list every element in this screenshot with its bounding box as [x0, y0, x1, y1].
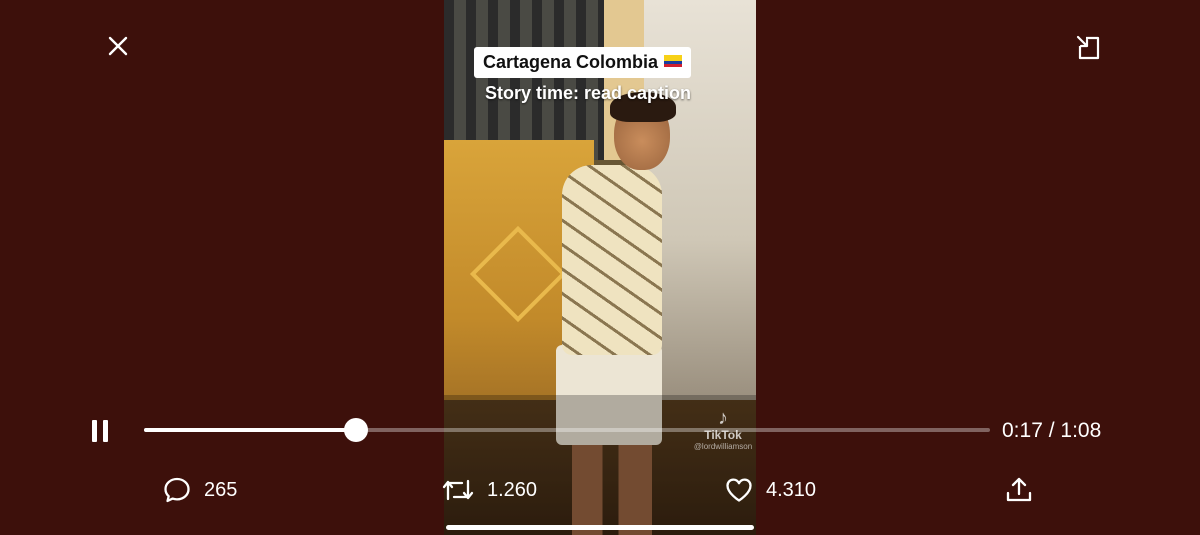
comment-count: 265 [204, 478, 238, 501]
current-time: 0:17 [1002, 419, 1043, 442]
retweet-count: 1.260 [487, 478, 538, 501]
like-button[interactable]: 4.310 [724, 474, 816, 506]
home-indicator [446, 525, 754, 530]
progress-played [144, 428, 356, 432]
colombia-flag-icon [664, 55, 683, 67]
comment-icon [164, 477, 190, 503]
media-viewer: Cartagena Colombia Story time: read capt… [0, 0, 1200, 535]
caption-title-text: Cartagena Colombia [483, 52, 659, 72]
share-button[interactable] [1004, 474, 1034, 506]
pause-button[interactable] [86, 416, 114, 446]
playback-time: 0:17 / 1:08 [1002, 419, 1101, 443]
retweet-button[interactable]: 1.260 [441, 474, 537, 506]
progress-track[interactable] [144, 418, 990, 442]
watermark-user: @lordwilliamson [693, 442, 753, 451]
video-player[interactable]: Cartagena Colombia Story time: read capt… [444, 0, 756, 535]
pause-icon [92, 420, 108, 442]
video-caption-title: Cartagena Colombia [474, 47, 692, 78]
tiktok-logo-icon: ♪ [718, 407, 728, 429]
heart-icon [726, 478, 752, 502]
comment-button[interactable]: 265 [162, 474, 237, 506]
video-scene-window [444, 0, 610, 160]
close-icon [108, 36, 128, 56]
time-separator: / [1048, 419, 1055, 442]
picture-in-picture-button[interactable] [1072, 32, 1104, 62]
share-icon [1006, 477, 1032, 502]
picture-in-picture-icon [1076, 35, 1100, 60]
retweet-icon [442, 479, 474, 501]
person-shirt [562, 165, 662, 355]
close-button[interactable] [104, 32, 132, 60]
duration: 1:08 [1060, 419, 1102, 442]
progress-scrubber[interactable] [343, 418, 368, 442]
like-count: 4.310 [766, 478, 817, 501]
video-caption-subtitle: Story time: read caption [485, 83, 692, 103]
